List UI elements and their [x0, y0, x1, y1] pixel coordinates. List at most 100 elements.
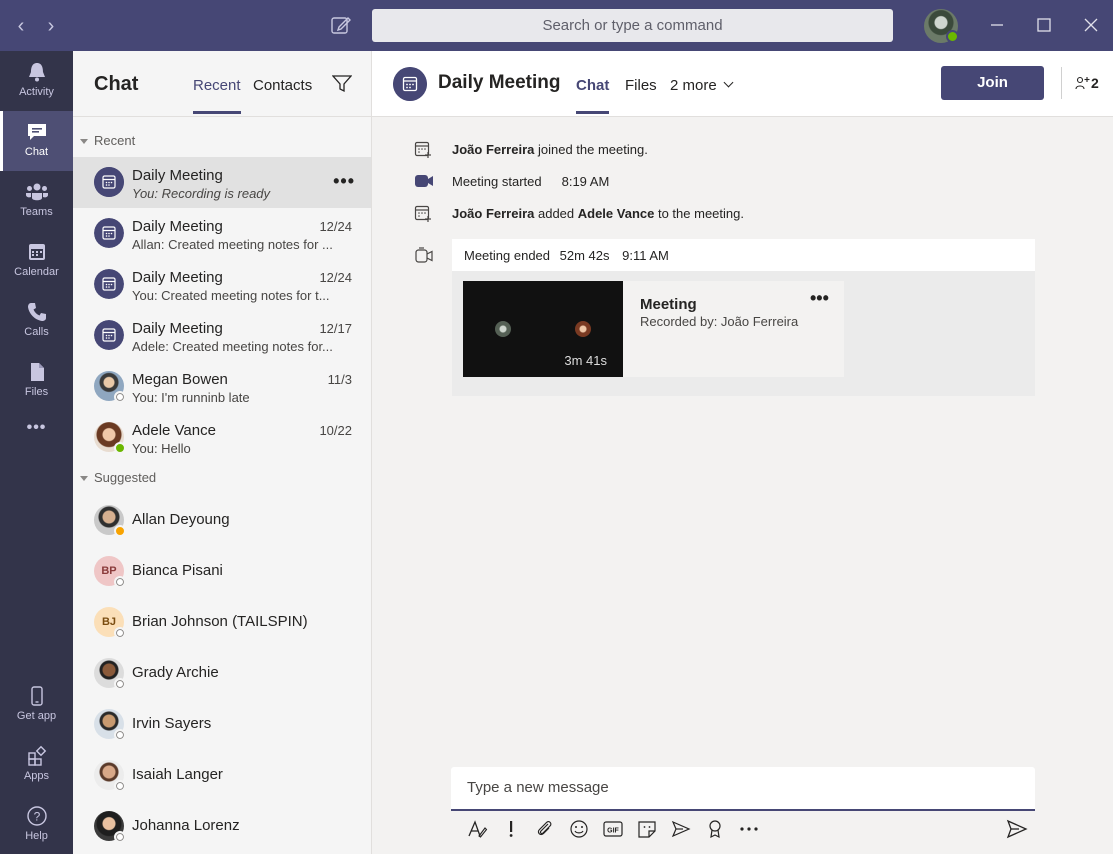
status-badge — [114, 831, 126, 843]
calendar-icon — [28, 244, 45, 260]
chat-name: Adele Vance — [132, 422, 216, 439]
meeting-calendar-icon — [94, 218, 124, 248]
chat-name: Daily Meeting — [132, 320, 223, 337]
chevron-right-icon[interactable]: › — [41, 14, 61, 38]
meeting-ended-card: Meeting ended 52m 42s 9:11 AM 3m 41s Mee… — [452, 239, 1035, 396]
meeting-calendar-icon — [94, 167, 124, 197]
help-icon: ? — [26, 806, 47, 826]
phone-icon — [27, 303, 46, 321]
status-badge — [114, 678, 126, 690]
status-badge — [946, 30, 959, 43]
sticker-icon[interactable] — [636, 819, 658, 839]
conversation-title: Daily Meeting — [438, 72, 561, 93]
chat-item[interactable]: Daily Meeting Adele: Created meeting not… — [73, 310, 371, 361]
conversation-header: Daily Meeting Chat Files 2 more Join 2 — [372, 51, 1113, 117]
chat-name: Daily Meeting — [132, 269, 223, 286]
chat-name: Daily Meeting — [132, 218, 223, 235]
list-item[interactable]: BP Bianca Pisani — [73, 546, 371, 597]
attach-icon[interactable] — [534, 819, 556, 839]
list-item[interactable]: Isaiah Langer — [73, 750, 371, 801]
compose-box[interactable] — [451, 767, 1035, 811]
search-input[interactable]: Search or type a command — [372, 9, 893, 42]
status-badge — [114, 576, 126, 588]
section-suggested[interactable]: Suggested — [80, 470, 156, 485]
mobile-icon — [30, 686, 43, 706]
list-item[interactable]: Grady Archie — [73, 648, 371, 699]
status-badge — [114, 525, 126, 537]
meet-now-icon[interactable] — [670, 819, 692, 839]
gif-icon[interactable]: GIF — [602, 819, 624, 839]
rail-more-icon[interactable]: ••• — [0, 419, 73, 479]
maximize-icon[interactable] — [1032, 13, 1056, 37]
format-icon[interactable] — [466, 819, 488, 839]
app-rail: Activity Chat Teams Calendar Calls Files… — [0, 51, 73, 854]
rail-item-help[interactable]: ? Help — [0, 795, 73, 854]
new-chat-icon[interactable] — [330, 14, 352, 36]
file-icon — [30, 363, 44, 381]
more-options-icon[interactable] — [738, 819, 760, 839]
tab-files[interactable]: Files — [625, 77, 657, 94]
recording-thumbnail[interactable]: 3m 41s — [463, 281, 623, 377]
send-icon[interactable] — [1006, 819, 1028, 839]
join-button[interactable]: Join — [941, 66, 1044, 100]
praise-icon[interactable] — [704, 819, 726, 839]
rail-item-get-app[interactable]: Get app — [0, 675, 73, 735]
teams-icon — [25, 183, 48, 201]
rail-item-calendar[interactable]: Calendar — [0, 231, 73, 291]
rail-item-apps[interactable]: Apps — [0, 735, 73, 795]
list-item[interactable]: BJ Brian Johnson (TAILSPIN) — [73, 597, 371, 648]
chat-item[interactable]: Megan Bowen You: I'm runninb late 11/3 — [73, 361, 371, 412]
chat-list-header: Chat Recent Contacts — [73, 51, 371, 117]
emoji-icon[interactable] — [568, 819, 590, 839]
calendar-add-icon — [414, 141, 431, 158]
contact-name: Irvin Sayers — [132, 715, 212, 732]
tab-recent[interactable]: Recent — [193, 77, 241, 114]
rail-item-activity[interactable]: Activity — [0, 51, 73, 111]
meeting-calendar-icon — [94, 320, 124, 350]
rail-item-files[interactable]: Files — [0, 351, 73, 411]
chat-preview: You: Created meeting notes for t... — [132, 288, 330, 303]
chevron-left-icon[interactable]: ‹ — [11, 14, 31, 38]
rail-item-chat[interactable]: Chat — [0, 111, 73, 171]
chat-date: 11/3 — [327, 372, 352, 387]
contact-name: Isaiah Langer — [132, 766, 223, 783]
chat-date: 10/22 — [319, 423, 352, 438]
chevron-down-icon — [723, 77, 734, 88]
list-item[interactable]: Johanna Lorenz — [73, 801, 371, 852]
contact-name: Johanna Lorenz — [132, 817, 240, 834]
chat-item[interactable]: Adele Vance You: Hello 10/22 — [73, 412, 371, 463]
page-title: Chat — [94, 73, 139, 95]
message-input[interactable] — [467, 779, 1007, 796]
chat-item[interactable]: Daily Meeting Allan: Created meeting not… — [73, 208, 371, 259]
tab-more[interactable]: 2 more — [670, 77, 734, 94]
tab-chat[interactable]: Chat — [576, 77, 610, 114]
meeting-calendar-icon — [393, 67, 427, 101]
chat-item[interactable]: Daily Meeting You: Created meeting notes… — [73, 259, 371, 310]
section-recent[interactable]: Recent — [80, 133, 135, 148]
recording-title: Meeting — [640, 296, 697, 313]
close-icon[interactable] — [1079, 13, 1103, 37]
tab-contacts[interactable]: Contacts — [253, 77, 312, 94]
chat-item[interactable]: Daily Meeting You: Recording is ready ••… — [73, 157, 371, 208]
meeting-ended-header: Meeting ended 52m 42s 9:11 AM — [452, 239, 1035, 271]
chat-name: Megan Bowen — [132, 371, 228, 388]
svg-text:GIF: GIF — [607, 828, 619, 835]
chat-name: Daily Meeting — [132, 167, 223, 184]
rail-item-calls[interactable]: Calls — [0, 291, 73, 351]
calendar-add-icon — [414, 205, 431, 222]
more-options-icon[interactable]: ••• — [810, 288, 829, 309]
participants-button[interactable]: 2 — [1075, 75, 1099, 91]
minimize-icon[interactable] — [985, 13, 1009, 37]
more-options-icon[interactable]: ••• — [333, 171, 355, 192]
list-item[interactable]: Irvin Sayers — [73, 699, 371, 750]
meeting-ended-icon — [415, 247, 433, 263]
avatar — [495, 321, 511, 337]
list-item[interactable]: Allan Deyoung — [73, 495, 371, 546]
status-badge — [114, 627, 126, 639]
chat-preview: Adele: Created meeting notes for... — [132, 339, 332, 354]
filter-icon[interactable] — [332, 75, 352, 93]
recording-card[interactable]: 3m 41s Meeting Recorded by: João Ferreir… — [463, 281, 844, 377]
status-badge — [114, 780, 126, 792]
rail-item-teams[interactable]: Teams — [0, 171, 73, 231]
important-icon[interactable] — [500, 819, 522, 839]
